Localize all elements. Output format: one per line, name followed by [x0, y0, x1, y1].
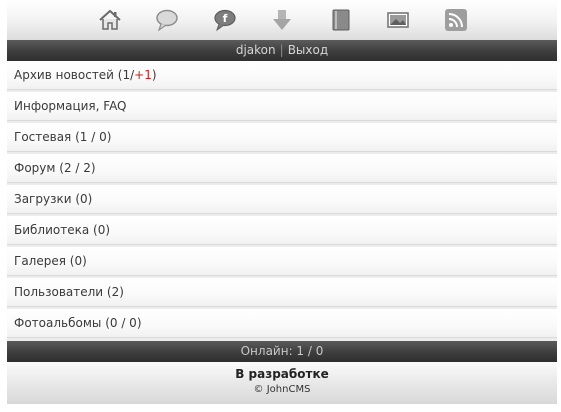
- menu-item-label: Фотоальбомы: [14, 316, 102, 330]
- menu-item-count: (2 / 2): [55, 161, 96, 175]
- facebook-icon[interactable]: f: [212, 7, 238, 33]
- menu-item-label: Архив новостей: [14, 68, 114, 82]
- menu-item-count: (0): [65, 254, 87, 268]
- rss-feed-icon[interactable]: [443, 7, 469, 33]
- menu-item-label: Форум: [14, 161, 56, 175]
- menu-item-count-close: ): [151, 68, 157, 82]
- copyright: © JohnCMS: [253, 384, 311, 395]
- menu-item-photo-albums[interactable]: Фотоальбомы (0 / 0): [7, 309, 557, 338]
- chat-bubble-icon[interactable]: [154, 7, 180, 33]
- home-icon[interactable]: [97, 7, 123, 33]
- gallery-image-icon[interactable]: [385, 7, 411, 33]
- svg-text:f: f: [223, 12, 228, 25]
- menu-item-label: Галерея: [14, 254, 66, 268]
- menu-item-downloads[interactable]: Загрузки (0): [7, 185, 557, 214]
- book-icon[interactable]: [328, 7, 354, 33]
- menu-item-count: (0): [71, 192, 93, 206]
- logout-link[interactable]: Выход: [288, 43, 328, 57]
- footer: В разработке © JohnCMS: [7, 362, 557, 404]
- menu-item-forum[interactable]: Форум (2 / 2): [7, 154, 557, 183]
- menu-item-label: Гостевая: [14, 130, 72, 144]
- online-counter[interactable]: Онлайн: 1 / 0: [7, 341, 557, 362]
- download-arrow-icon[interactable]: [269, 7, 295, 33]
- main-menu: Архив новостей (1/+1) Информация, FAQ Го…: [7, 61, 557, 341]
- menu-item-count: (0): [89, 223, 111, 237]
- menu-item-gallery[interactable]: Галерея (0): [7, 247, 557, 276]
- menu-item-label: Пользователи: [14, 285, 104, 299]
- separator: |: [279, 43, 284, 57]
- username-link[interactable]: djakon: [236, 43, 276, 57]
- user-bar: djakon | Выход: [7, 40, 557, 61]
- page: f djakon | Выход Архив новостей (1/+1) И…: [0, 0, 561, 412]
- menu-item-users[interactable]: Пользователи (2): [7, 278, 557, 307]
- menu-item-count: (1/: [113, 68, 135, 82]
- menu-item-guestbook[interactable]: Гостевая (1 / 0): [7, 123, 557, 152]
- site-status: В разработке: [235, 367, 329, 381]
- new-count: +1: [134, 68, 152, 82]
- menu-item-count: (1 / 0): [71, 130, 112, 144]
- menu-item-news-archive[interactable]: Архив новостей (1/+1): [7, 61, 557, 90]
- menu-item-count: (2): [103, 285, 124, 299]
- menu-item-count: (0 / 0): [101, 316, 142, 330]
- menu-item-label: Библиотека: [14, 223, 90, 237]
- menu-item-library[interactable]: Библиотека (0): [7, 216, 557, 245]
- menu-item-label: Информация, FAQ: [14, 99, 127, 113]
- menu-item-info-faq[interactable]: Информация, FAQ: [7, 92, 557, 121]
- menu-item-label: Загрузки: [14, 192, 72, 206]
- top-icon-toolbar: f: [7, 0, 557, 40]
